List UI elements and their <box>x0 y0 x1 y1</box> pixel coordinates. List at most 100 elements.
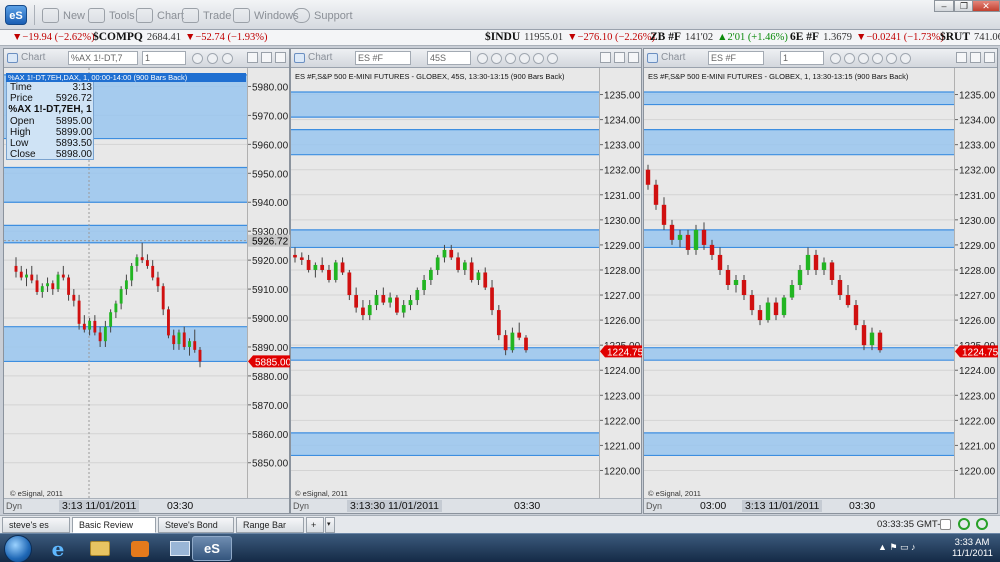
zone-band <box>291 129 599 155</box>
esignal-taskbar-button[interactable]: eS <box>192 536 232 561</box>
symbol-input[interactable]: ES #F <box>708 51 764 65</box>
power-icon[interactable] <box>976 518 988 530</box>
price-tick-label: 1222.00 <box>604 416 641 427</box>
panel-maximize-button[interactable] <box>614 52 625 63</box>
candle-body <box>124 280 128 290</box>
panel-minimize-button[interactable] <box>956 52 967 63</box>
tab-steves-es-page[interactable]: steve's es page <box>2 517 70 544</box>
price-plot[interactable] <box>291 68 599 499</box>
price-tick-label: 5910.00 <box>252 285 289 296</box>
dyn-button[interactable]: Dyn <box>646 501 662 511</box>
ticker-item[interactable]: $RUT741.06 <box>940 31 1000 43</box>
candle-body <box>151 265 155 278</box>
folder-icon[interactable] <box>80 536 120 561</box>
close-button[interactable]: ✕ <box>972 0 1000 12</box>
chart-icon <box>136 8 153 23</box>
panel-minimize-button[interactable] <box>600 52 611 63</box>
minimize-button[interactable]: – <box>934 0 954 12</box>
price-plot[interactable] <box>644 68 954 499</box>
zoom-out-icon[interactable] <box>491 53 502 64</box>
interval-select[interactable]: 1 <box>780 51 824 65</box>
tab-menu-button[interactable]: ▾ <box>325 517 335 533</box>
price-tick-label: 1223.00 <box>604 391 641 402</box>
zoom-icon[interactable] <box>222 53 233 64</box>
system-time: 3:33 AM <box>954 537 990 548</box>
tools-button[interactable]: Tools <box>88 7 135 24</box>
refresh-icon[interactable] <box>958 518 970 530</box>
dyn-button[interactable]: Dyn <box>6 501 22 511</box>
time-label-cursor: 3:13:30 11/01/2011 <box>347 500 442 512</box>
zoom-icon[interactable] <box>900 53 911 64</box>
support-button[interactable]: Support <box>293 7 353 24</box>
trade-button[interactable]: Trade <box>182 7 231 24</box>
ticker-item[interactable]: 6E #F 1.3679 ▼−0.0241 (−1.73%) <box>790 31 944 43</box>
esignal-watermark: © eSignal, 2011 <box>10 489 63 498</box>
candle-body <box>293 254 297 258</box>
time-label: 03:30 <box>849 500 876 512</box>
symbol-input[interactable]: ES #F <box>355 51 411 65</box>
start-button[interactable] <box>4 535 32 562</box>
windows-button[interactable]: Windows <box>233 7 299 24</box>
price-axis[interactable]: 1235.00 1234.00 1233.00 1232.00 1231.00 1230.… <box>954 68 999 499</box>
candle-body <box>156 277 160 287</box>
ticker-item[interactable]: ZB #F 141'02 ▲2'01 (+1.46%) <box>650 31 788 43</box>
interval-select[interactable]: 45S <box>427 51 471 65</box>
candle-body <box>313 264 318 270</box>
candle-body <box>182 332 186 347</box>
cursor-icon[interactable] <box>872 53 883 64</box>
new-button[interactable]: New <box>42 7 85 24</box>
candle-body <box>340 262 345 273</box>
media-player-icon[interactable] <box>120 536 160 561</box>
pencil-icon[interactable] <box>505 53 516 64</box>
price-tick-label: 1226.00 <box>959 316 996 327</box>
system-clock[interactable]: 3:33 AM 11/1/2011 <box>952 537 993 559</box>
price-tick-label: 5890.00 <box>252 343 289 354</box>
panel-close-button[interactable] <box>628 52 639 63</box>
ticker-change: ▼−19.94 (−2.62%) <box>12 32 95 43</box>
candle-body <box>77 300 81 324</box>
zoom-out-icon[interactable] <box>844 53 855 64</box>
tab-basic-review-charts[interactable]: Basic Review Charts* <box>72 517 156 544</box>
price-axis[interactable]: 1235.00 1234.00 1233.00 1232.00 1231.00 1230.… <box>599 68 644 499</box>
windows-label: Windows <box>254 9 299 22</box>
chart-button[interactable]: Chart <box>136 7 184 24</box>
pencil-icon[interactable] <box>192 53 203 64</box>
data-window[interactable]: %AX 1!-DT,7EH,DAX, 1, 00:00-14:00 (900 B… <box>6 73 246 160</box>
link-icon[interactable] <box>207 53 218 64</box>
price-tick-label: 5880.00 <box>252 372 289 383</box>
panel-maximize-button[interactable] <box>970 52 981 63</box>
system-tray[interactable]: ▲ ⚑ ▭ ♪ <box>878 542 915 553</box>
ticker-item[interactable]: $INDU 11955.01 ▼−276.10 (−2.26%) <box>485 31 655 43</box>
panel-maximize-button[interactable] <box>261 52 272 63</box>
esignal-logo[interactable]: eS <box>5 5 27 25</box>
cursor-icon[interactable] <box>519 53 530 64</box>
price-tick-label: 1231.00 <box>959 191 996 202</box>
dyn-button[interactable]: Dyn <box>293 501 309 511</box>
zoom-in-icon[interactable] <box>477 53 488 64</box>
panel-minimize-button[interactable] <box>247 52 258 63</box>
ticker-item[interactable]: ▼−19.94 (−2.62%) <box>4 31 95 43</box>
candle-body <box>845 295 851 306</box>
link-status-icon[interactable] <box>940 519 951 530</box>
zone-band <box>4 167 247 203</box>
price-axis[interactable]: 5980.00 5970.00 5960.00 5950.00 5940.00 5930.… <box>247 68 292 499</box>
add-tab-button[interactable]: + <box>306 517 324 533</box>
candle-body <box>517 332 522 338</box>
zoom-icon[interactable] <box>547 53 558 64</box>
zoom-in-icon[interactable] <box>830 53 841 64</box>
link-icon[interactable] <box>533 53 544 64</box>
ie-icon[interactable]: e <box>38 536 78 561</box>
panel-close-button[interactable] <box>275 52 286 63</box>
restore-button[interactable]: ❐ <box>954 0 974 12</box>
interval-select[interactable]: 1 <box>142 51 186 65</box>
symbol-input[interactable]: %AX 1!-DT,7 <box>68 51 138 65</box>
link-icon[interactable] <box>886 53 897 64</box>
panel-close-button[interactable] <box>984 52 995 63</box>
candle-body <box>51 283 55 290</box>
tab-steves-bond-page[interactable]: Steve's Bond Page <box>158 517 234 544</box>
price-tick-label: 1231.00 <box>604 191 641 202</box>
ticker-item[interactable]: $COMPQ 2684.41 ▼−52.74 (−1.93%) <box>93 31 268 43</box>
candle-body <box>25 274 28 278</box>
pencil-icon[interactable] <box>858 53 869 64</box>
tab-range-bar-page[interactable]: Range Bar Page <box>236 517 304 544</box>
